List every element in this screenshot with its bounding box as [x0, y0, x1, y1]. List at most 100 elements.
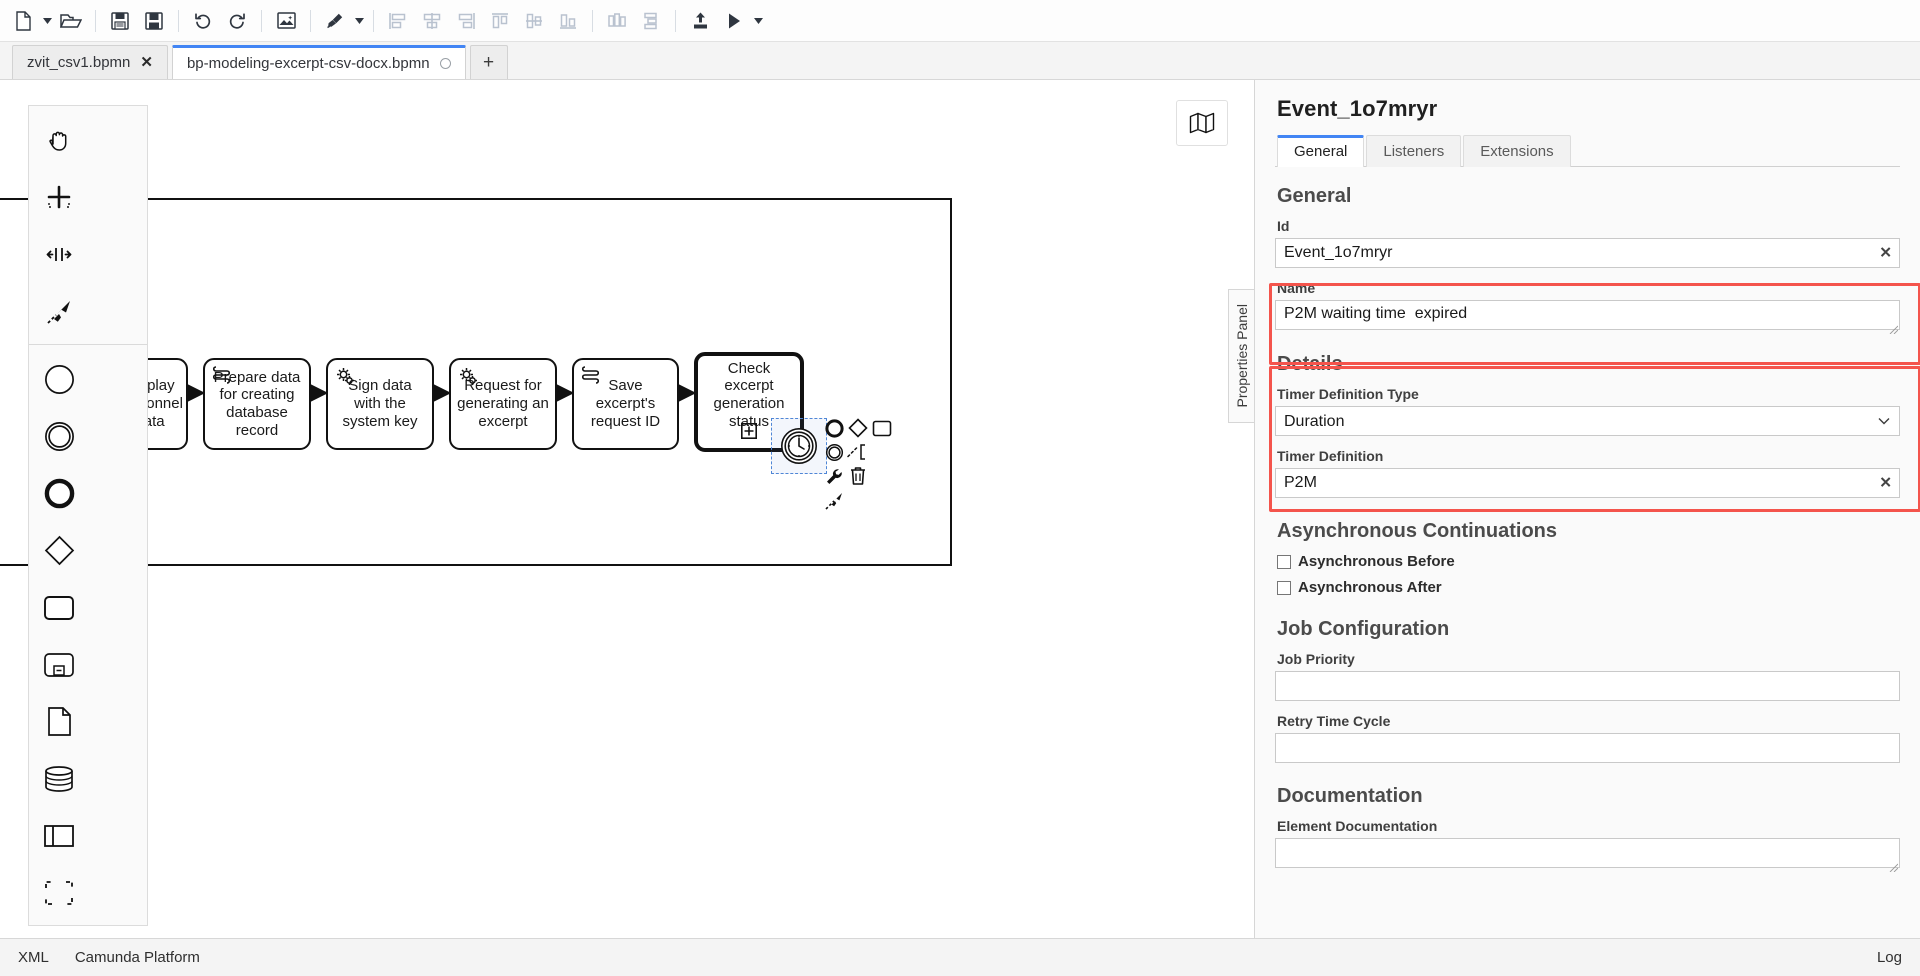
timer-boundary-event[interactable]	[780, 427, 818, 465]
tab-general[interactable]: General	[1277, 135, 1365, 167]
async-before-checkbox[interactable]	[1277, 554, 1291, 569]
job-priority-label: Job Priority	[1277, 651, 1355, 667]
timer-definition-type-select[interactable]: Duration	[1275, 406, 1900, 436]
create-gateway[interactable]	[29, 522, 89, 579]
new-tab-button[interactable]: +	[469, 45, 508, 79]
job-priority-input[interactable]	[1275, 671, 1900, 701]
close-icon[interactable]: ✕	[140, 55, 153, 70]
export-image-button[interactable]	[269, 4, 303, 38]
create-task[interactable]	[29, 579, 89, 636]
clear-id-icon[interactable]: ✕	[1879, 246, 1892, 261]
save-button[interactable]	[103, 4, 137, 38]
task-sign-data[interactable]: Sign data with the system key	[326, 358, 434, 450]
name-input[interactable]	[1275, 300, 1900, 330]
space-tool[interactable]	[29, 226, 89, 283]
palette-divider	[29, 344, 147, 345]
append-intermediate-event[interactable]	[822, 440, 846, 464]
create-intermediate-event[interactable]	[29, 408, 89, 465]
camunda-platform-tab[interactable]: Camunda Platform	[75, 949, 200, 966]
undo-button[interactable]	[186, 4, 220, 38]
bpmn-canvas[interactable]: Display personnel data Prepare data for …	[0, 80, 1254, 938]
toolbar-separator	[675, 9, 676, 32]
retry-time-cycle-wrapper	[1275, 733, 1900, 763]
element-documentation-input[interactable]	[1275, 838, 1900, 868]
align-top-button[interactable]	[483, 4, 517, 38]
align-center-button[interactable]	[415, 4, 449, 38]
task-save-request-id[interactable]: Save excerpt's request ID	[572, 358, 679, 450]
start-instance-dropdown[interactable]	[751, 4, 765, 38]
toolbar-separator	[592, 9, 593, 32]
change-element-type[interactable]	[822, 464, 846, 488]
align-bottom-button[interactable]	[551, 4, 585, 38]
section-documentation-heading: Documentation	[1277, 785, 1423, 807]
gear-icon	[458, 366, 480, 393]
toolbar-separator	[310, 9, 311, 32]
append-task[interactable]	[870, 416, 894, 440]
unsaved-changes-icon[interactable]	[439, 58, 451, 69]
start-instance-button[interactable]	[717, 4, 751, 38]
timer-definition-input[interactable]	[1275, 468, 1900, 498]
section-job-heading: Job Configuration	[1277, 618, 1450, 640]
log-button[interactable]: Log	[1877, 949, 1902, 966]
append-gateway[interactable]	[846, 416, 870, 440]
toolbar-separator	[373, 9, 374, 32]
create-data-object[interactable]	[29, 693, 89, 750]
name-field-wrapper	[1275, 300, 1900, 335]
redo-button[interactable]	[220, 4, 254, 38]
id-input[interactable]	[1275, 238, 1900, 268]
async-after-checkbox[interactable]	[1277, 580, 1291, 595]
append-end-event[interactable]	[822, 416, 846, 440]
align-middle-button[interactable]	[517, 4, 551, 38]
tab-extensions[interactable]: Extensions	[1463, 135, 1571, 167]
clear-timer-definition-icon[interactable]: ✕	[1879, 476, 1892, 491]
new-diagram-button[interactable]	[6, 4, 40, 38]
toolbar-separator	[95, 9, 96, 32]
create-group[interactable]	[29, 864, 89, 921]
tab-label: zvit_csv1.bpmn	[27, 54, 131, 71]
align-left-button[interactable]	[381, 4, 415, 38]
retry-time-cycle-input[interactable]	[1275, 733, 1900, 763]
lasso-tool[interactable]	[29, 169, 89, 226]
distribute-horizontal-button[interactable]	[600, 4, 634, 38]
tab-listeners[interactable]: Listeners	[1366, 135, 1462, 167]
open-file-button[interactable]	[54, 4, 88, 38]
job-priority-wrapper	[1275, 671, 1900, 701]
gear-icon	[335, 366, 357, 393]
minimap-toggle-button[interactable]	[1176, 100, 1228, 146]
new-diagram-dropdown[interactable]	[40, 4, 54, 38]
xml-tab[interactable]: XML	[18, 949, 49, 966]
distribute-vertical-button[interactable]	[634, 4, 668, 38]
connect-element[interactable]	[822, 488, 846, 512]
create-end-event[interactable]	[29, 465, 89, 522]
hand-tool[interactable]	[29, 112, 89, 169]
async-before-row[interactable]: Asynchronous Before	[1275, 553, 1900, 570]
properties-panel-toggle[interactable]: Properties Panel	[1228, 289, 1254, 423]
create-participant[interactable]	[29, 807, 89, 864]
color-picker-button[interactable]	[318, 4, 352, 38]
async-after-row[interactable]: Asynchronous After	[1275, 579, 1900, 596]
create-start-event[interactable]	[29, 351, 89, 408]
section-details-heading: Details	[1277, 353, 1343, 375]
create-data-store[interactable]	[29, 750, 89, 807]
save-as-button[interactable]	[137, 4, 171, 38]
append-text-annotation[interactable]	[846, 440, 870, 464]
align-right-button[interactable]	[449, 4, 483, 38]
toolbar-separator	[178, 9, 179, 32]
tab-bp-modeling-excerpt[interactable]: bp-modeling-excerpt-csv-docx.bpmn	[171, 45, 466, 79]
timer-definition-wrapper: ✕	[1275, 468, 1900, 498]
section-async-heading: Asynchronous Continuations	[1277, 520, 1557, 542]
section-general-heading: General	[1277, 185, 1352, 207]
properties-tabs: General Listeners Extensions	[1275, 134, 1900, 167]
toolbar-separator	[261, 9, 262, 32]
deploy-button[interactable]	[683, 4, 717, 38]
timer-definition-type-wrapper: Duration	[1275, 406, 1900, 436]
color-picker-dropdown[interactable]	[352, 4, 366, 38]
task-request-excerpt[interactable]: Request for generating an excerpt	[449, 358, 557, 450]
create-subprocess-collapsed[interactable]	[29, 636, 89, 693]
tab-label: bp-modeling-excerpt-csv-docx.bpmn	[186, 55, 430, 72]
delete-element[interactable]	[846, 464, 870, 488]
global-connect-tool[interactable]	[29, 283, 89, 340]
task-prepare-data[interactable]: Prepare data for creating database recor…	[203, 358, 311, 450]
tab-zvit-csv1[interactable]: zvit_csv1.bpmn ✕	[12, 45, 168, 79]
plus-marker-icon	[741, 423, 757, 444]
